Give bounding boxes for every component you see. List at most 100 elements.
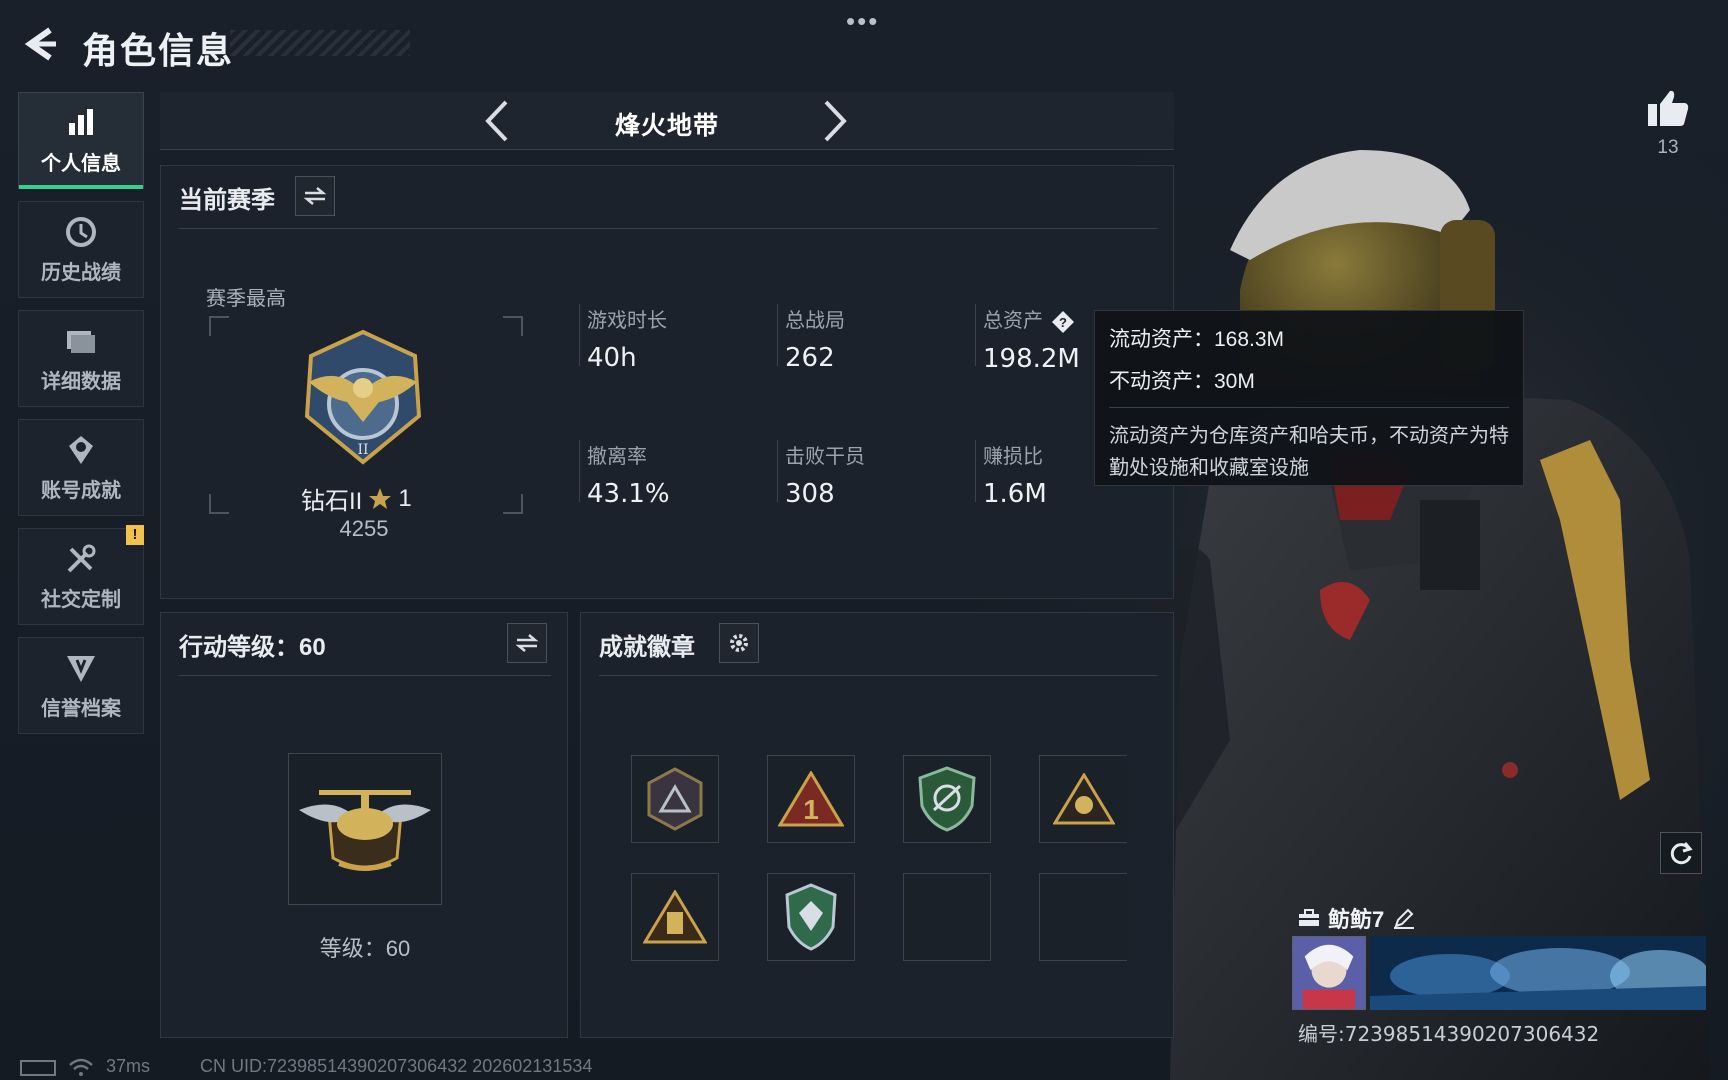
star-icon	[369, 487, 392, 509]
stat-total-matches: 总战局 262	[777, 304, 845, 373]
sidebar-item-label: 历史战绩	[41, 262, 121, 284]
history-clock-icon	[66, 217, 96, 247]
sidebar-item-label: 详细数据	[41, 371, 121, 393]
stat-value: 262	[785, 343, 835, 373]
stat-value: 40h	[587, 343, 637, 373]
ping-value: 37ms	[106, 1056, 151, 1076]
level-emblem-frame	[288, 753, 442, 905]
player-avatar[interactable]	[1292, 936, 1366, 1010]
tooltip-fixed-assets: 不动资产：30M	[1109, 370, 1255, 393]
badge-slot[interactable]	[631, 755, 719, 843]
badge-slot[interactable]	[1039, 755, 1127, 843]
stat-value: 43.1%	[587, 479, 670, 509]
sidebar-item-label: 账号成就	[41, 480, 121, 502]
sidebar-item-achievements[interactable]: 账号成就	[18, 419, 144, 516]
tools-icon	[67, 544, 96, 573]
stat-play-time: 游戏时长 40h	[579, 304, 667, 373]
briefcase-icon	[1299, 909, 1319, 926]
sidebar-item-personal-info[interactable]: 个人信息	[18, 92, 144, 189]
badge-slot[interactable]	[767, 873, 855, 961]
player-name: 鲂鲂7	[1328, 907, 1385, 932]
sidebar-item-label: 信誉档案	[41, 698, 121, 720]
uid-text: CN UID:7239851439020730643​2 20260213153…	[200, 1056, 593, 1076]
top-bar: 角色信息 •••	[0, 0, 1728, 90]
help-icon[interactable]: ?	[1051, 310, 1075, 334]
stat-value: 198.2M	[983, 343, 1080, 374]
mode-switcher: 烽火地带	[160, 92, 1174, 150]
badge-slot[interactable]	[903, 755, 991, 843]
tooltip-description: 流动资产为仓库资产和哈夫币，不动资产为特勤处设施和收藏室设施	[1109, 425, 1509, 479]
chevron-right-icon[interactable]	[816, 98, 852, 144]
sidebar-item-label: 社交定制	[41, 589, 121, 611]
more-dots-icon[interactable]: •••	[846, 6, 879, 37]
player-name-row: 鲂鲂7	[1298, 902, 1416, 934]
player-id: 编号:7239851439020730643​2	[1298, 1022, 1600, 1046]
stat-profit-ratio: 赚损比 1.6M	[975, 440, 1047, 509]
season-switch-button[interactable]	[295, 176, 335, 216]
helicopter-emblem-icon	[299, 790, 431, 871]
rank-name: 钻石II 1	[301, 481, 491, 516]
stat-value: 308	[785, 479, 835, 509]
notification-badge: !	[126, 525, 144, 545]
folder-icon	[67, 331, 95, 353]
shield-icon	[67, 656, 95, 682]
badge-green-shield-icon	[918, 766, 976, 832]
badge-slot[interactable]: 1	[767, 755, 855, 843]
back-arrow-icon[interactable]	[20, 24, 60, 64]
assets-tooltip: 流动资产：168.3M 不动资产：30M 流动资产为仓库资产和哈夫币，不动资产为…	[1094, 310, 1524, 486]
badge-tower-icon	[643, 890, 707, 944]
level-switch-button[interactable]	[507, 623, 547, 663]
like-count: 13	[1657, 137, 1679, 158]
rank-stars: 1	[398, 484, 412, 512]
stat-total-assets: 总资产? 198.2M	[975, 304, 1080, 374]
page-title: 角色信息	[82, 30, 235, 71]
device-icon	[20, 1059, 56, 1076]
rotate-model-button[interactable]	[1660, 832, 1702, 874]
status-bar: 37ms CN UID:7239851439020730643​2 202602…	[20, 1056, 592, 1077]
like-button[interactable]: 13	[1640, 88, 1696, 159]
badges-title: 成就徽章	[599, 634, 695, 661]
rank-score: 4255	[339, 516, 389, 541]
stat-value: 1.6M	[983, 479, 1047, 509]
divider	[179, 228, 1157, 229]
badge-slot[interactable]	[631, 873, 719, 961]
badge-triangle-one-icon: 1	[778, 771, 844, 827]
badge-settings-button[interactable]	[719, 623, 759, 663]
thumbs-up-icon	[1648, 90, 1689, 126]
sidebar-item-credit[interactable]: 信誉档案	[18, 637, 144, 734]
stat-label: 击败干员	[785, 446, 865, 468]
sidebar-item-history[interactable]: 历史战绩	[18, 201, 144, 298]
svg-text:II: II	[357, 442, 368, 458]
rank-tier: 钻石II	[301, 488, 363, 515]
stat-label: 总战局	[785, 310, 845, 332]
tooltip-liquid-assets: 流动资产：168.3M	[1109, 328, 1285, 351]
level-text: 等级：60	[319, 936, 411, 961]
sidebar-item-label: 个人信息	[41, 153, 121, 175]
badge-slot-empty[interactable]	[903, 873, 991, 961]
season-best-label: 赛季最高	[206, 288, 286, 310]
badge-triangle-icon	[1052, 773, 1115, 825]
wifi-icon	[69, 1058, 93, 1076]
svg-text:?: ?	[1059, 315, 1067, 330]
sidebar-item-details[interactable]: 详细数据	[18, 310, 144, 407]
stat-extraction-rate: 撤离率 43.1%	[579, 440, 670, 509]
season-title: 当前赛季	[179, 187, 275, 214]
stat-label: 撤离率	[587, 446, 647, 468]
badge-emerald-shield-icon	[785, 883, 837, 951]
achievement-icon	[69, 436, 93, 464]
swap-icon	[515, 634, 539, 652]
sidebar-item-social[interactable]: 社交定制 !	[18, 525, 144, 625]
rank-emblem-icon: II	[304, 329, 422, 465]
svg-text:1: 1	[803, 794, 819, 825]
badge-slot-empty[interactable]	[1039, 873, 1127, 961]
refresh-icon	[1670, 842, 1693, 865]
swap-icon	[303, 187, 327, 205]
stat-label: 赚损比	[983, 446, 1043, 468]
title-decoration	[230, 30, 410, 56]
mode-title: 烽火地带	[614, 112, 719, 140]
action-level-panel: 行动等级：60 等级：60	[160, 612, 568, 1038]
edit-pencil-icon[interactable]	[1392, 906, 1416, 930]
season-panel: 当前赛季 赛季最高 II 钻石II 1 4255 游戏时长 40h 总战局 26…	[160, 165, 1174, 599]
stat-kills: 击败干员 308	[777, 440, 865, 509]
achievement-badges-panel: 成就徽章 1	[580, 612, 1174, 1038]
